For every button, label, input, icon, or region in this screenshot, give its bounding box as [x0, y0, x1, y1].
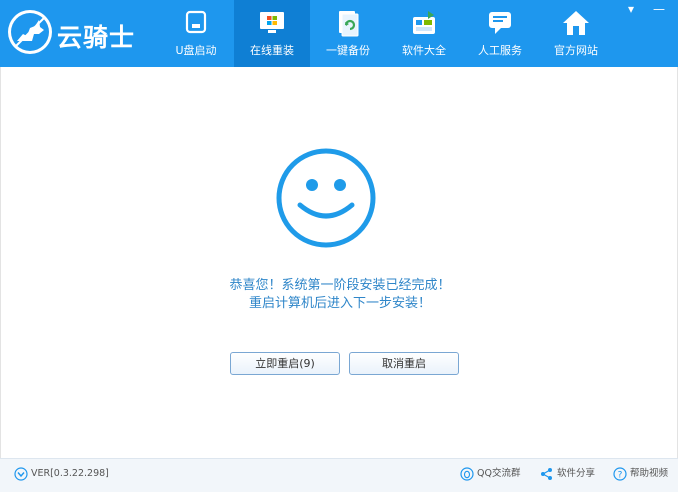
svg-text:?: ?: [618, 470, 623, 480]
app-title: 云骑士: [57, 23, 136, 52]
qq-penguin-icon: [460, 466, 474, 481]
nav-label: 在线重装: [250, 44, 294, 57]
success-message: 恭喜您！系统第一阶段安装已经完成！: [229, 278, 451, 293]
chevron-down-circle-icon: [14, 466, 28, 481]
help-question-icon: ?: [613, 466, 627, 481]
menu-dropdown-button[interactable]: ▾: [622, 2, 640, 16]
chat-bubble-icon: [489, 12, 511, 34]
nav-label: 一键备份: [326, 44, 370, 57]
app-header: 云骑士 U盘启动 在线重装 一键备份 软件大全 人工服务 官方网站 ▾ —: [0, 0, 678, 67]
main-panel: 恭喜您！系统第一阶段安装已经完成！ 重启计算机后进入下一步安装！ 立即重启(9)…: [0, 67, 678, 458]
nav-item-software[interactable]: 软件大全: [386, 0, 462, 67]
windows-monitor-icon: [260, 12, 284, 33]
nav-label: 软件大全: [402, 44, 446, 57]
qq-group-label: QQ交流群: [477, 468, 521, 479]
backup-refresh-icon: [339, 11, 359, 37]
nav-label: 人工服务: [478, 44, 522, 57]
version-info[interactable]: VER[0.3.22.298]: [14, 465, 109, 483]
nav-label: 官方网站: [554, 44, 598, 57]
usb-drive-icon: [185, 10, 207, 34]
nav-label: U盘启动: [175, 44, 217, 57]
nav-item-website[interactable]: 官方网站: [538, 0, 614, 67]
home-icon: [563, 11, 589, 35]
next-step-message: 重启计算机后进入下一步安装！: [248, 296, 431, 311]
minimize-button[interactable]: —: [650, 2, 668, 16]
nav-item-usb-boot[interactable]: U盘启动: [158, 0, 234, 67]
version-text: VER[0.3.22.298]: [31, 468, 109, 479]
help-video-label: 帮助视频: [630, 468, 669, 479]
share-link[interactable]: 软件分享: [540, 465, 595, 483]
share-icon: [541, 467, 552, 480]
software-box-icon: [413, 11, 435, 34]
app-logo: 云骑士: [6, 8, 156, 58]
nav-item-service[interactable]: 人工服务: [462, 0, 538, 67]
smiley-face-icon: [276, 148, 376, 248]
help-video-link[interactable]: ? 帮助视频: [613, 465, 668, 483]
share-label: 软件分享: [557, 468, 596, 479]
restart-now-button[interactable]: 立即重启(9): [230, 352, 340, 375]
knight-logo-icon: [8, 10, 52, 54]
cancel-restart-button[interactable]: 取消重启: [349, 352, 459, 375]
nav-item-online-reinstall[interactable]: 在线重装: [234, 0, 310, 67]
qq-group-link[interactable]: QQ交流群: [460, 465, 520, 483]
status-bar: VER[0.3.22.298] QQ交流群 软件分享 ? 帮助视频: [0, 458, 678, 492]
nav-item-backup[interactable]: 一键备份: [310, 0, 386, 67]
